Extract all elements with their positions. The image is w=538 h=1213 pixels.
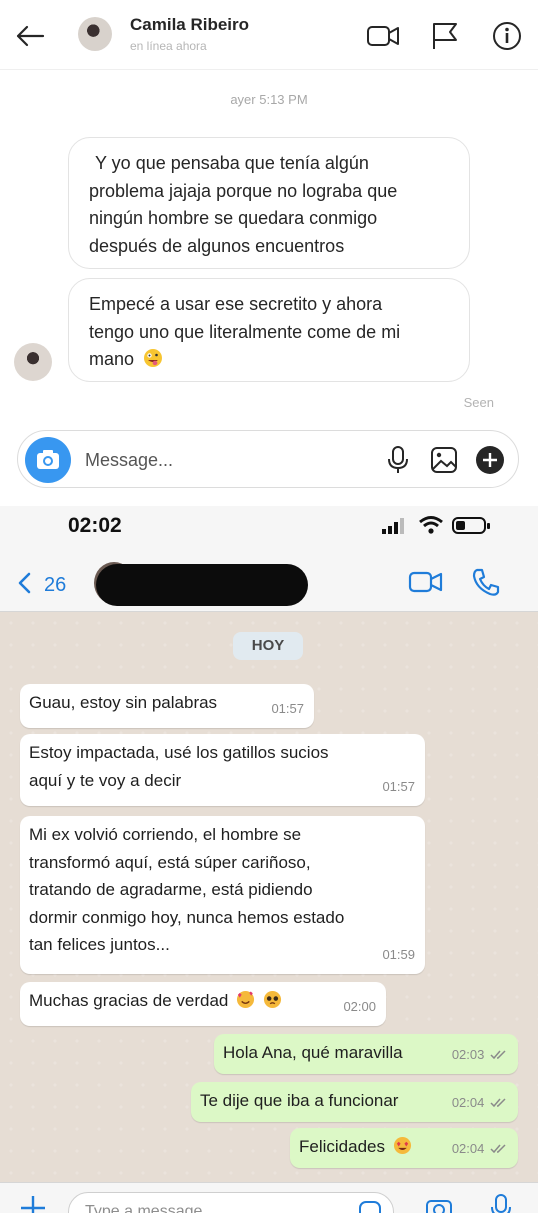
message-timestamp: ayer 5:13 PM xyxy=(230,92,308,107)
zany-face-emoji-icon xyxy=(144,349,163,367)
plus-icon[interactable] xyxy=(18,1193,48,1213)
seen-label: Seen xyxy=(463,395,494,410)
avatar[interactable] xyxy=(78,17,112,51)
message-time: 01:57 xyxy=(382,778,415,794)
incoming-message[interactable]: Estoy impactada, usé los gatillos sucios… xyxy=(20,734,425,806)
message-line: tengo uno que literalmente come de mi xyxy=(89,321,401,342)
message-composer: Message... xyxy=(17,430,519,488)
message-meta: 02:03 xyxy=(452,1041,508,1068)
camera-icon xyxy=(37,450,59,469)
battery-icon xyxy=(452,517,490,534)
pleading-face-icon xyxy=(263,990,281,1009)
message-line: tan felices juntos... xyxy=(29,935,170,954)
message-line: ningún hombre se quedara conmigo xyxy=(89,208,378,228)
microphone-icon[interactable] xyxy=(486,1193,516,1213)
message-input[interactable]: Message... xyxy=(85,450,173,471)
wifi-icon xyxy=(419,516,443,534)
outgoing-message[interactable]: Felicidades 02:04 xyxy=(290,1128,518,1168)
message-text: Felicidades xyxy=(299,1137,385,1156)
back-arrow-icon[interactable] xyxy=(12,18,48,54)
online-status: en línea ahora xyxy=(130,39,207,53)
outgoing-message[interactable]: Hola Ana, qué maravilla 02:03 xyxy=(214,1034,518,1074)
message-meta: 02:04 xyxy=(452,1135,508,1162)
contact-name[interactable]: Camila Ribeiro xyxy=(130,15,249,35)
message-line: aquí y te voy a decir xyxy=(29,770,182,790)
message-input[interactable]: Type a message xyxy=(68,1192,394,1213)
message-line: Estoy impactada, usé los gatillos sucios xyxy=(29,743,329,762)
whatsapp-chat: 02:02 26 HOY Guau, estoy sin palabras 01… xyxy=(0,506,538,1213)
message-line: dormir conmigo hoy, nunca hemos estado xyxy=(29,907,345,927)
message-time: 01:59 xyxy=(382,946,415,962)
microphone-icon[interactable] xyxy=(382,444,414,476)
unread-count[interactable]: 26 xyxy=(44,574,66,597)
incoming-message[interactable]: Guau, estoy sin palabras 01:57 xyxy=(20,684,314,728)
message-time: 02:00 xyxy=(343,998,376,1014)
video-call-icon[interactable] xyxy=(408,566,444,598)
day-divider: HOY xyxy=(233,632,303,660)
message-line: tratando de agradarme, está pidiendo xyxy=(29,880,313,899)
info-icon[interactable] xyxy=(490,20,524,52)
redacted-contact-name xyxy=(96,564,308,606)
message-line: Muchas gracias de verdad xyxy=(29,991,229,1010)
message-time: 01:57 xyxy=(271,700,304,716)
sticker-icon[interactable] xyxy=(357,1199,383,1213)
heart-eyes-face-icon xyxy=(393,1136,411,1155)
ig-header: Camila Ribeiro en línea ahora xyxy=(0,0,538,70)
message-line: Guau, estoy sin palabras xyxy=(29,693,218,712)
incoming-message[interactable]: Muchas gracias de verdad 02:00 xyxy=(20,982,386,1026)
message-line: transformó aquí, está súper cariñoso, xyxy=(29,852,311,872)
chevron-left-icon xyxy=(18,572,31,594)
double-check-icon xyxy=(490,1144,506,1154)
message-line: después de algunos encuentros xyxy=(89,235,345,256)
message-time: 02:04 xyxy=(451,1141,485,1156)
video-icon[interactable] xyxy=(366,20,400,52)
message-bubble[interactable]: Empecé a usar ese secretito y ahora teng… xyxy=(68,278,470,382)
status-clock: 02:02 xyxy=(68,514,122,537)
message-time: 02:04 xyxy=(451,1095,485,1110)
camera-button[interactable] xyxy=(25,437,71,483)
phone-status-bar: 02:02 xyxy=(0,506,538,552)
wa-header: 26 xyxy=(0,552,538,612)
signal-icon xyxy=(382,518,404,534)
message-line: Empecé a usar ese secretito y ahora xyxy=(89,294,383,314)
camera-icon[interactable] xyxy=(424,1193,454,1213)
double-check-icon xyxy=(490,1050,506,1060)
image-icon[interactable] xyxy=(428,444,460,476)
double-check-icon xyxy=(490,1098,506,1108)
input-placeholder: Type a message xyxy=(85,1203,203,1213)
message-meta: 02:04 xyxy=(452,1089,508,1116)
sender-avatar xyxy=(14,343,52,381)
message-time: 02:03 xyxy=(451,1047,485,1062)
outgoing-message[interactable]: Te dije que iba a funcionar 02:04 xyxy=(191,1082,518,1122)
message-line: problema jajaja porque no lograba que xyxy=(89,180,398,201)
chat-area[interactable]: HOY Guau, estoy sin palabras 01:57 Estoy… xyxy=(0,612,538,1182)
phone-icon[interactable] xyxy=(468,566,504,598)
smiling-face-with-hearts-icon xyxy=(237,990,255,1009)
flag-icon[interactable] xyxy=(428,20,462,52)
message-composer: Type a message xyxy=(0,1182,538,1213)
incoming-message[interactable]: Mi ex volvió corriendo, el hombre se tra… xyxy=(20,816,425,974)
message-bubble[interactable]: Y yo que pensaba que tenía algún problem… xyxy=(68,137,470,269)
message-line: Y yo que pensaba que tenía algún xyxy=(95,153,369,173)
plus-icon[interactable] xyxy=(474,444,506,476)
message-line: mano xyxy=(89,349,135,369)
message-line: Mi ex volvió corriendo, el hombre se xyxy=(29,825,302,844)
instagram-chat: Camila Ribeiro en línea ahora ayer 5:13 … xyxy=(0,0,538,506)
